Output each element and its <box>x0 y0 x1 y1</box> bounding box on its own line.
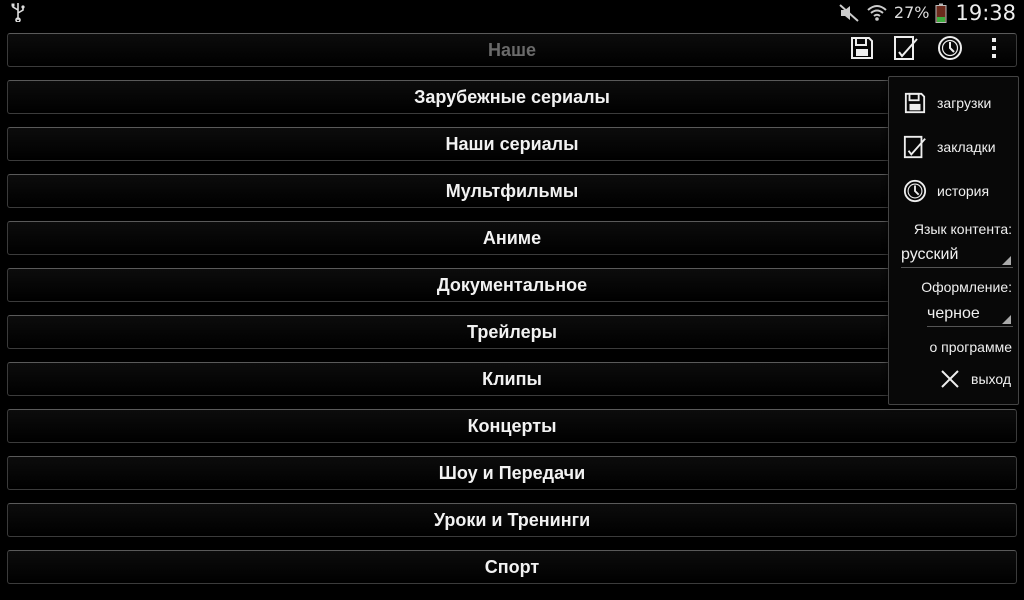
menu-label-history: история <box>937 183 990 199</box>
dropdown-arrow-icon <box>1002 315 1011 324</box>
bookmark-edit-icon <box>902 134 928 160</box>
content-language-value: русский <box>901 245 959 263</box>
bookmarks-button[interactable] <box>884 33 928 63</box>
dropdown-arrow-icon <box>1002 256 1011 265</box>
action-bar-actions <box>840 33 1016 63</box>
bookmark-edit-icon <box>894 36 918 60</box>
usb-icon <box>11 3 25 22</box>
category-item[interactable]: Зарубежные сериалы <box>7 80 1017 114</box>
theme-select[interactable]: черное <box>927 301 1013 327</box>
wifi-icon <box>867 4 887 21</box>
clock-icon <box>938 36 962 60</box>
overflow-menu: загрузки закладки история Язык контента:… <box>888 76 1019 405</box>
save-icon <box>902 90 928 116</box>
category-item[interactable]: Аниме <box>7 221 1017 255</box>
battery-icon <box>935 3 947 23</box>
battery-percent: 27% <box>893 3 930 22</box>
content-language-select[interactable]: русский <box>901 242 1013 268</box>
menu-item-exit[interactable]: выход <box>939 368 1011 390</box>
category-item[interactable]: Клипы <box>7 362 1017 396</box>
category-item[interactable]: Мультфильмы <box>7 174 1017 208</box>
overflow-icon <box>992 38 996 58</box>
category-item[interactable]: Уроки и Тренинги <box>7 503 1017 537</box>
clock: 19:38 <box>955 0 1016 25</box>
theme-label: Оформление: <box>921 279 1012 295</box>
menu-item-about[interactable]: о программе <box>929 339 1012 355</box>
category-item[interactable]: Спорт <box>7 550 1017 584</box>
menu-label-bookmarks: закладки <box>937 139 996 155</box>
category-item[interactable]: Документальное <box>7 268 1017 302</box>
clock-icon <box>902 178 928 204</box>
category-item[interactable]: Концерты <box>7 409 1017 443</box>
history-button[interactable] <box>928 33 972 63</box>
category-item[interactable]: Шоу и Передачи <box>7 456 1017 490</box>
menu-label-exit: выход <box>971 371 1011 387</box>
category-item[interactable]: Наши сериалы <box>7 127 1017 161</box>
save-icon <box>851 37 873 59</box>
menu-item-bookmarks[interactable]: закладки <box>889 129 1020 165</box>
menu-label-downloads: загрузки <box>937 95 992 111</box>
menu-item-history[interactable]: история <box>889 173 1020 209</box>
menu-item-downloads[interactable]: загрузки <box>889 85 1020 121</box>
status-bar: 27% 19:38 <box>0 0 1024 25</box>
overflow-menu-button[interactable] <box>972 33 1016 63</box>
category-item[interactable]: Трейлеры <box>7 315 1017 349</box>
content-language-label: Язык контента: <box>913 221 1012 237</box>
save-button[interactable] <box>840 33 884 63</box>
main-content: Наше Зарубежные сериалы Наши сериалы Мул… <box>0 25 1024 600</box>
close-icon <box>941 370 959 388</box>
mute-icon <box>839 3 859 22</box>
theme-value: черное <box>927 304 980 322</box>
